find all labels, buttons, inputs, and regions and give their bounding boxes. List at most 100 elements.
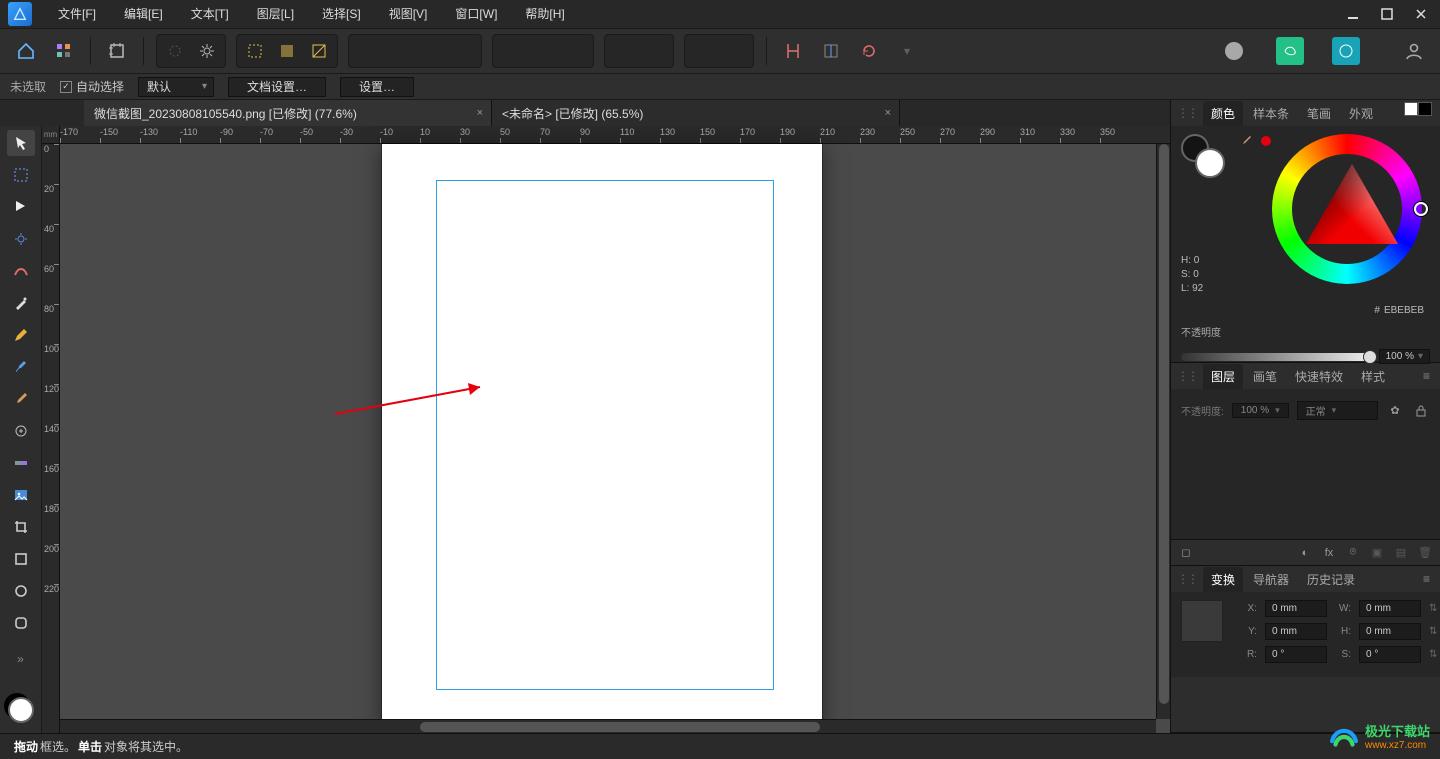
menu-layer[interactable]: 图层[L]	[243, 0, 308, 28]
s-input[interactable]: 0 °	[1359, 646, 1421, 663]
guides-icon[interactable]	[817, 37, 845, 65]
opacity-slider[interactable]	[1181, 353, 1371, 361]
fx-icon[interactable]: fx	[1320, 544, 1338, 562]
brush-tool-icon[interactable]	[7, 354, 35, 380]
menu-select[interactable]: 选择[S]	[308, 0, 375, 28]
layer-opacity-value[interactable]: 100 %	[1232, 403, 1289, 418]
grid-icon[interactable]	[50, 37, 78, 65]
persona-photo-icon[interactable]	[1220, 37, 1248, 65]
tab-stroke[interactable]: 笔画	[1299, 101, 1339, 126]
slider-knob-icon[interactable]	[1363, 350, 1377, 364]
artboard-icon[interactable]	[103, 37, 131, 65]
persona-develop-icon[interactable]	[1332, 37, 1360, 65]
anchor-selector[interactable]	[1181, 600, 1223, 642]
tab-styles[interactable]: 样式	[1353, 364, 1393, 389]
link-wh-icon[interactable]: ⇅	[1429, 603, 1440, 614]
scrollbar-thumb[interactable]	[420, 722, 820, 732]
gear-icon[interactable]	[193, 37, 221, 65]
tb-g7[interactable]	[561, 37, 589, 65]
more-tools-icon[interactable]: »	[7, 646, 35, 672]
tb-g1[interactable]	[353, 37, 381, 65]
select-all-icon[interactable]	[241, 37, 269, 65]
tab-history[interactable]: 历史记录	[1299, 567, 1363, 592]
gradient-tool-icon[interactable]	[7, 450, 35, 476]
scrollbar-thumb[interactable]	[1159, 144, 1169, 704]
w-input[interactable]: 0 mm	[1359, 600, 1421, 617]
window-maximize-icon[interactable]	[1376, 3, 1398, 25]
document-tab-2[interactable]: <未命名> [已修改] (65.5%) ×	[492, 100, 900, 126]
selection-rectangle[interactable]	[436, 180, 774, 690]
menu-view[interactable]: 视图[V]	[375, 0, 442, 28]
delete-layer-icon[interactable]: 🗑	[1416, 544, 1434, 562]
tab-effects[interactable]: 快速特效	[1287, 364, 1351, 389]
node-tool-icon[interactable]	[7, 194, 35, 220]
rounded-rect-tool-icon[interactable]	[7, 610, 35, 636]
tb-g10[interactable]	[689, 37, 717, 65]
tab-color[interactable]: 颜色	[1203, 101, 1243, 126]
pencil-tool-icon[interactable]	[7, 322, 35, 348]
adjustment-icon[interactable]: ◐	[1296, 544, 1314, 562]
link-xy-icon[interactable]: ⇅	[1429, 626, 1440, 637]
select-none-icon[interactable]	[305, 37, 333, 65]
document-settings-button[interactable]: 文档设置…	[228, 77, 326, 97]
align-icon[interactable]	[161, 37, 189, 65]
add-layer-icon[interactable]: ▤	[1392, 544, 1410, 562]
document-tab-1[interactable]: 微信截图_20230808105540.png [已修改] (77.6%) ×	[84, 100, 492, 126]
menu-help[interactable]: 帮助[H]	[511, 0, 578, 28]
recent-color-icon[interactable]	[1259, 134, 1273, 148]
marquee-tool-icon[interactable]	[7, 162, 35, 188]
image-tool-icon[interactable]	[7, 482, 35, 508]
user-icon[interactable]	[1400, 37, 1428, 65]
eyedropper-tool-icon[interactable]	[7, 386, 35, 412]
persona-liquify-icon[interactable]	[1276, 37, 1304, 65]
settings-button[interactable]: 设置…	[340, 77, 414, 97]
auto-select-checkbox[interactable]: ✓自动选择	[60, 78, 124, 95]
fill-stroke-swatch[interactable]	[1181, 134, 1225, 178]
r-input[interactable]: 0 °	[1265, 646, 1327, 663]
horizontal-scrollbar[interactable]	[60, 719, 1156, 733]
fx2-icon[interactable]: ⌾	[1344, 544, 1362, 562]
move-tool-icon[interactable]	[7, 130, 35, 156]
drag-handle-icon[interactable]: ⋮⋮	[1177, 572, 1197, 586]
select-mode-dropdown[interactable]: 默认	[138, 77, 214, 97]
tb-g4[interactable]	[449, 37, 477, 65]
fill-swatch-icon[interactable]	[1195, 148, 1225, 178]
canvas-viewport[interactable]: mm -170-150-130-110-90-70-50-30-10103050…	[42, 126, 1170, 733]
menu-file[interactable]: 文件[F]	[44, 0, 110, 28]
tb-g5[interactable]	[497, 37, 525, 65]
pen-tool-icon[interactable]	[7, 290, 35, 316]
close-tab-icon[interactable]: ×	[477, 107, 483, 119]
crop-tool-icon[interactable]	[7, 514, 35, 540]
tab-brushes[interactable]: 画笔	[1245, 364, 1285, 389]
color-wheel[interactable]	[1272, 134, 1422, 284]
cog-tool-icon[interactable]	[7, 226, 35, 252]
rectangle-tool-icon[interactable]	[7, 546, 35, 572]
opacity-value[interactable]: 100 %▾	[1379, 349, 1430, 364]
menu-text[interactable]: 文本[T]	[177, 0, 243, 28]
select-inverse-icon[interactable]	[273, 37, 301, 65]
menu-window[interactable]: 窗口[W]	[441, 0, 511, 28]
healing-tool-icon[interactable]	[7, 418, 35, 444]
hue-cursor-icon[interactable]	[1414, 202, 1428, 216]
drag-handle-icon[interactable]: ⋮⋮	[1177, 106, 1197, 120]
hex-readout[interactable]: #EBEBEB	[1374, 305, 1424, 316]
canvas-area[interactable]	[60, 144, 1170, 715]
ellipse-tool-icon[interactable]	[7, 578, 35, 604]
tb-g8[interactable]	[609, 37, 637, 65]
blend-mode-dropdown[interactable]: 正常	[1297, 401, 1378, 420]
close-tab-icon[interactable]: ×	[885, 107, 891, 119]
lock-icon[interactable]	[1412, 402, 1430, 420]
home-icon[interactable]	[12, 37, 40, 65]
tb-g9[interactable]	[641, 37, 669, 65]
layer-settings-icon[interactable]: ✿	[1386, 402, 1404, 420]
eyedropper-icon[interactable]	[1239, 134, 1253, 148]
window-minimize-icon[interactable]	[1342, 3, 1364, 25]
mask-icon[interactable]: ◻	[1177, 544, 1195, 562]
freehand-tool-icon[interactable]	[7, 258, 35, 284]
window-close-icon[interactable]	[1410, 3, 1432, 25]
link-rs-icon[interactable]: ⇅	[1429, 649, 1440, 660]
snapping-icon[interactable]	[779, 37, 807, 65]
group-icon[interactable]: ▣	[1368, 544, 1386, 562]
fg-bg-mini-swatch[interactable]	[1404, 102, 1432, 116]
panel-menu-icon[interactable]: ≡	[1419, 572, 1434, 586]
